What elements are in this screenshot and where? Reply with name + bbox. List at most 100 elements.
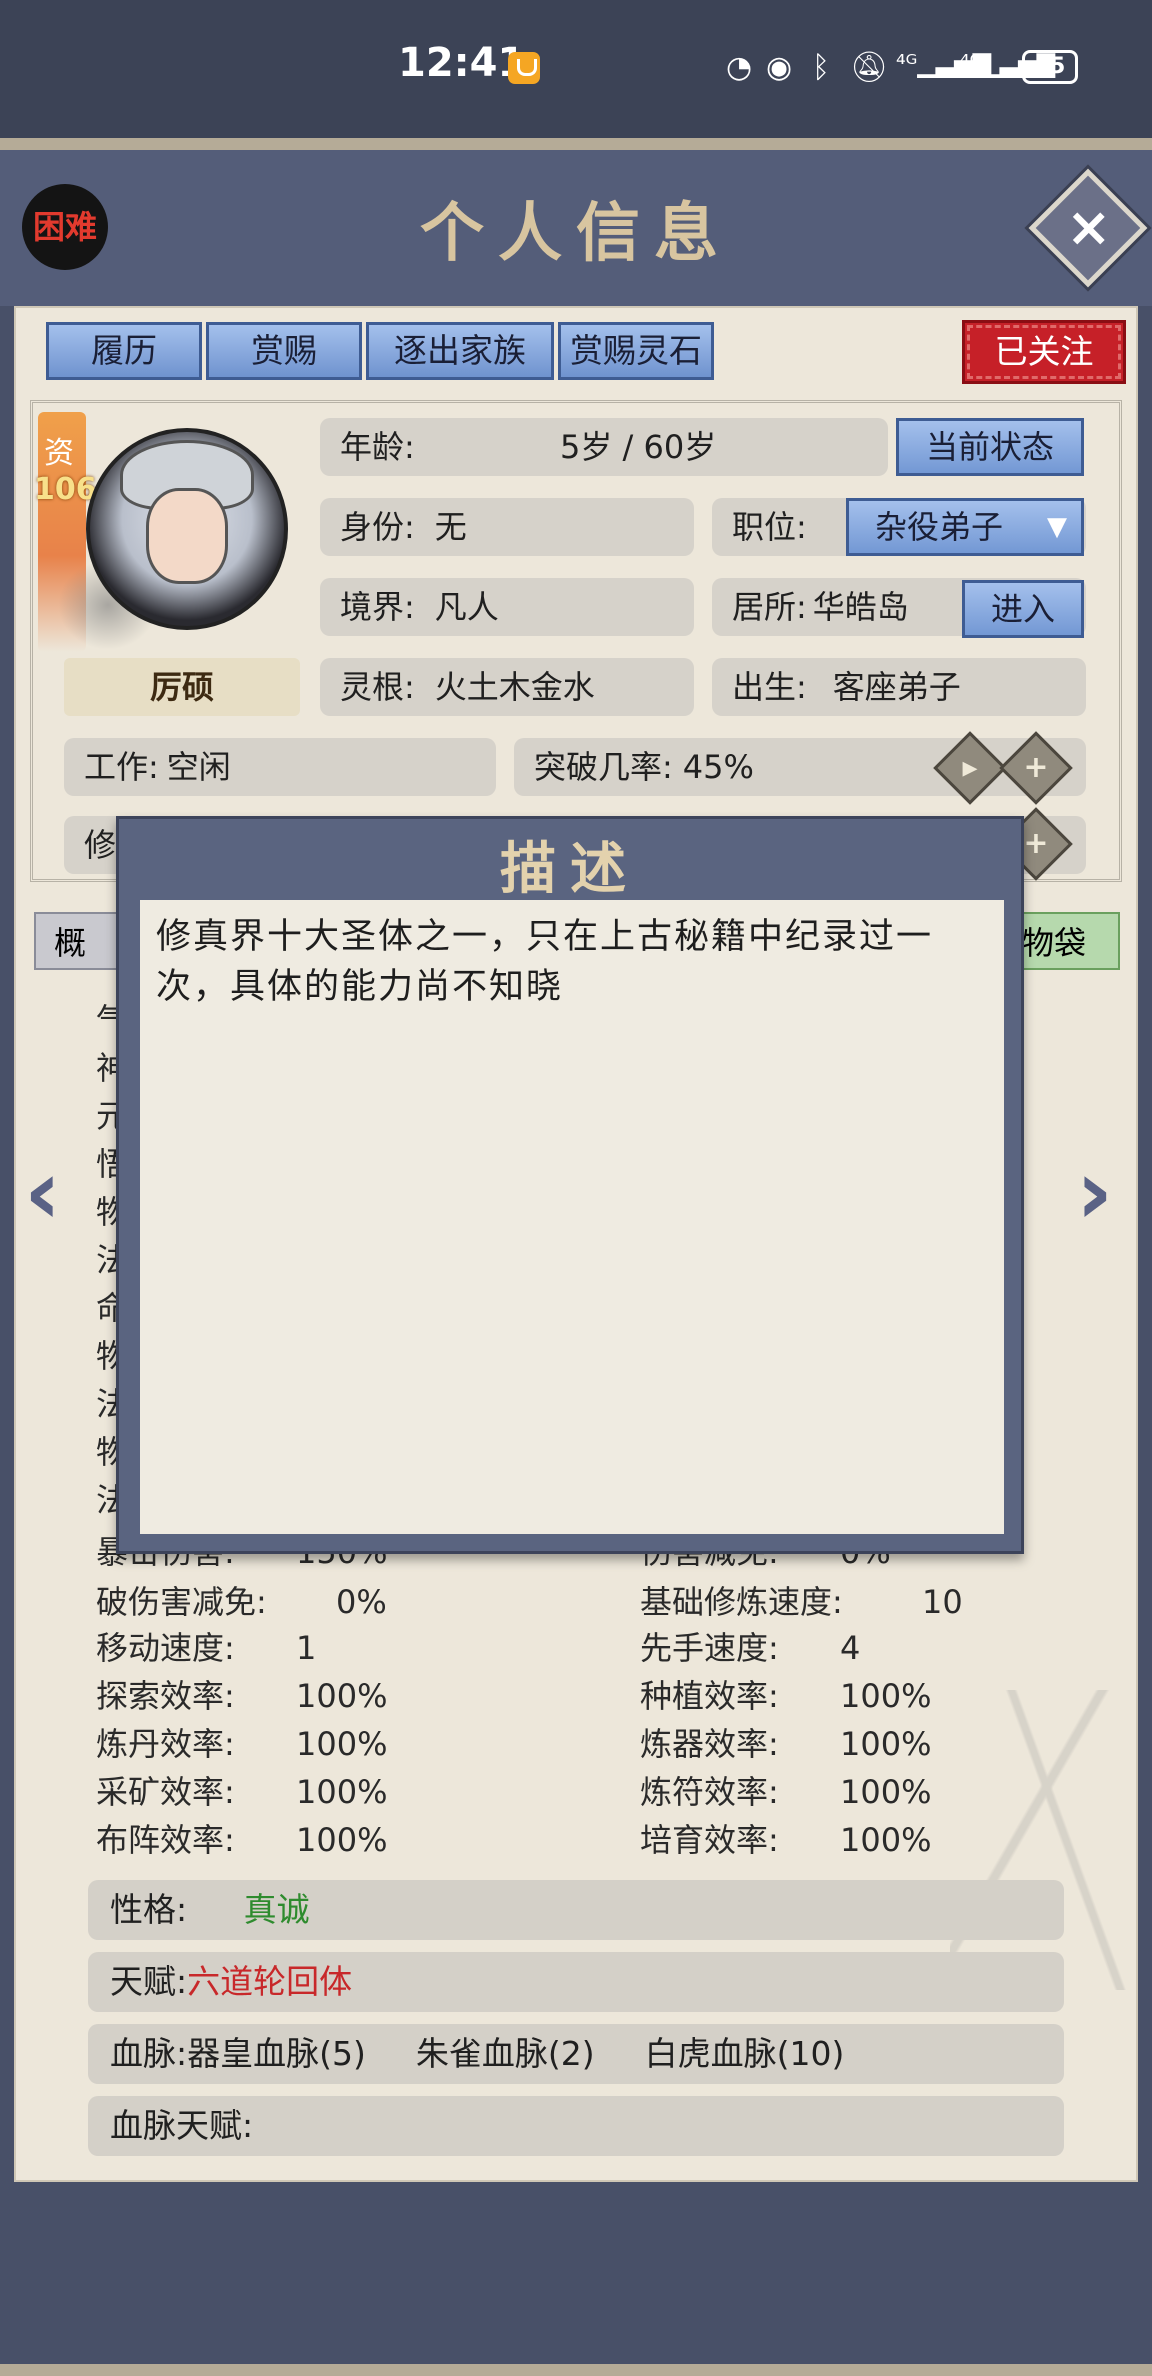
trait-button[interactable]: 厉硕 [64,658,300,716]
bloodline-item: 器皇血脉(5) [187,2034,366,2073]
stat-talisman-efficiency: 炼符效率: 100% [640,1772,1100,1812]
notification-badge-icon [508,52,540,84]
position-value: 杂役弟子 [875,508,1004,546]
stat-alchemy-efficiency: 炼丹效率: 100% [96,1724,596,1764]
stat-base-cultivation-speed: 基础修炼速度: 10 [640,1582,1100,1622]
talent-value[interactable]: 六道轮回体 [187,1962,352,2001]
stat-value: 10 [922,1583,963,1621]
birth-label: 出生: [732,668,807,706]
work-label: 工作: [84,748,159,786]
stat-breeding-efficiency: 培育效率: 100% [640,1820,1100,1860]
position-dropdown[interactable]: 杂役弟子 ▼ [846,498,1084,556]
breakthrough-value: 45% [682,748,754,786]
stat-value: 4 [840,1629,861,1667]
play-icon: ▸ [962,750,978,785]
residence-label: 居所: [732,588,807,626]
aptitude-label: 资 [44,436,74,471]
birth-value: 客座弟子 [832,668,961,706]
stat-value: 100% [840,1821,932,1859]
stat-value: 0% [336,1583,387,1621]
stat-label: 基础修炼速度: [640,1583,843,1621]
battery-icon: 65 [1022,50,1078,84]
stat-move-speed: 移动速度: 1 [96,1628,596,1668]
close-icon: × [1066,195,1112,259]
speed-icon: ◔ [726,50,753,85]
enter-button[interactable]: 进入 [962,580,1084,638]
follow-button[interactable]: 已关注 [962,320,1126,384]
stat-value: 100% [296,1725,388,1763]
expel-button[interactable]: 逐出家族 [366,322,554,380]
age-value: 5岁 / 60岁 [560,428,717,466]
age-label: 年龄: [340,428,415,466]
stat-explore-efficiency: 探索效率: 100% [96,1676,596,1716]
cultivation-label-partial: 修 [84,826,117,864]
realm-value: 凡人 [434,588,499,626]
prev-arrow-icon[interactable]: ‹ [24,1140,61,1245]
bloodline-talent-label: 血脉天赋: [110,2106,254,2145]
bloodline-item: 白虎血脉(10) [644,2034,845,2073]
work-value: 空闲 [166,748,231,786]
current-status-button[interactable]: 当前状态 [896,418,1084,476]
work-field: 工作: 空闲 [64,738,496,796]
bloodline-talent-bar: 血脉天赋: [88,2096,1064,2156]
reward-stone-button[interactable]: 赏赐灵石 [558,322,714,380]
stat-initiative-speed: 先手速度: 4 [640,1628,1100,1668]
stat-formation-efficiency: 布阵效率: 100% [96,1820,596,1860]
resume-button[interactable]: 履历 [46,322,202,380]
page-title: 个人信息 [420,196,732,271]
identity-value: 无 [434,508,467,546]
bluetooth-icon: ᛒ [812,50,830,85]
spirit-root-value: 火土木金水 [434,668,595,706]
identity-label: 身份: [340,508,415,546]
eye-icon: ◉ [766,50,793,85]
stat-value: 100% [840,1773,932,1811]
stat-label: 探索效率: [96,1677,235,1715]
modal-description-text: 修真界十大圣体之一，只在上古秘籍中纪录过一次，具体的能力尚不知晓 [156,917,934,1007]
difficulty-badge: 困难 [22,184,108,270]
stat-value: 100% [840,1725,932,1763]
breakthrough-label: 突破几率: [534,748,673,786]
stat-label: 破伤害减免: [96,1583,267,1621]
talent-label: 天赋: [110,1962,188,2001]
stat-label: 培育效率: [640,1821,779,1859]
spirit-root-label: 灵根: [340,668,415,706]
mute-icon: 🔕︎ [850,50,889,85]
stat-label: 布阵效率: [96,1821,235,1859]
realm-field: 境界: 凡人 [320,578,694,636]
stat-label: 炼符效率: [640,1773,779,1811]
residence-value: 华皓岛 [812,588,909,626]
stat-label: 先手速度: [640,1629,779,1667]
stat-label: 炼丹效率: [96,1725,235,1763]
chevron-down-icon: ▼ [1047,512,1067,542]
spirit-root-field: 灵根: 火土木金水 [320,658,694,716]
talent-bar[interactable]: 天赋:六道轮回体 [88,1952,1064,2012]
birth-field: 出生: 客座弟子 [712,658,1086,716]
bloodline-label: 血脉: [110,2034,188,2073]
stat-value: 100% [296,1677,388,1715]
stat-break-damage-reduction: 破伤害减免: 0% [96,1582,596,1622]
frame-border [0,138,1152,150]
reward-button[interactable]: 赏赐 [206,322,362,380]
personality-value: 真诚 [243,1890,310,1929]
stat-value: 100% [296,1773,388,1811]
bloodline-bar: 血脉:器皇血脉(5) 朱雀血脉(2) 白虎血脉(10) [88,2024,1064,2084]
position-label: 职位: [732,508,807,546]
avatar-face [146,488,228,584]
stat-mining-efficiency: 采矿效率: 100% [96,1772,596,1812]
stat-label: 移动速度: [96,1629,235,1667]
personality-label: 性格: [110,1890,188,1929]
age-field: 年龄: 5岁 / 60岁 [320,418,888,476]
stat-label: 炼器效率: [640,1725,779,1763]
stat-forging-efficiency: 炼器效率: 100% [640,1724,1100,1764]
stat-label: 采矿效率: [96,1773,235,1811]
realm-label: 境界: [340,588,415,626]
modal-title: 描述 [500,836,640,902]
stat-value: 100% [296,1821,388,1859]
stat-value: 1 [296,1629,317,1667]
identity-field: 身份: 无 [320,498,694,556]
stat-value: 100% [840,1677,932,1715]
stat-plant-efficiency: 种植效率: 100% [640,1676,1100,1716]
plus-icon: + [1023,750,1049,785]
next-arrow-icon[interactable]: › [1076,1140,1113,1245]
bloodline-item: 朱雀血脉(2) [415,2034,595,2073]
